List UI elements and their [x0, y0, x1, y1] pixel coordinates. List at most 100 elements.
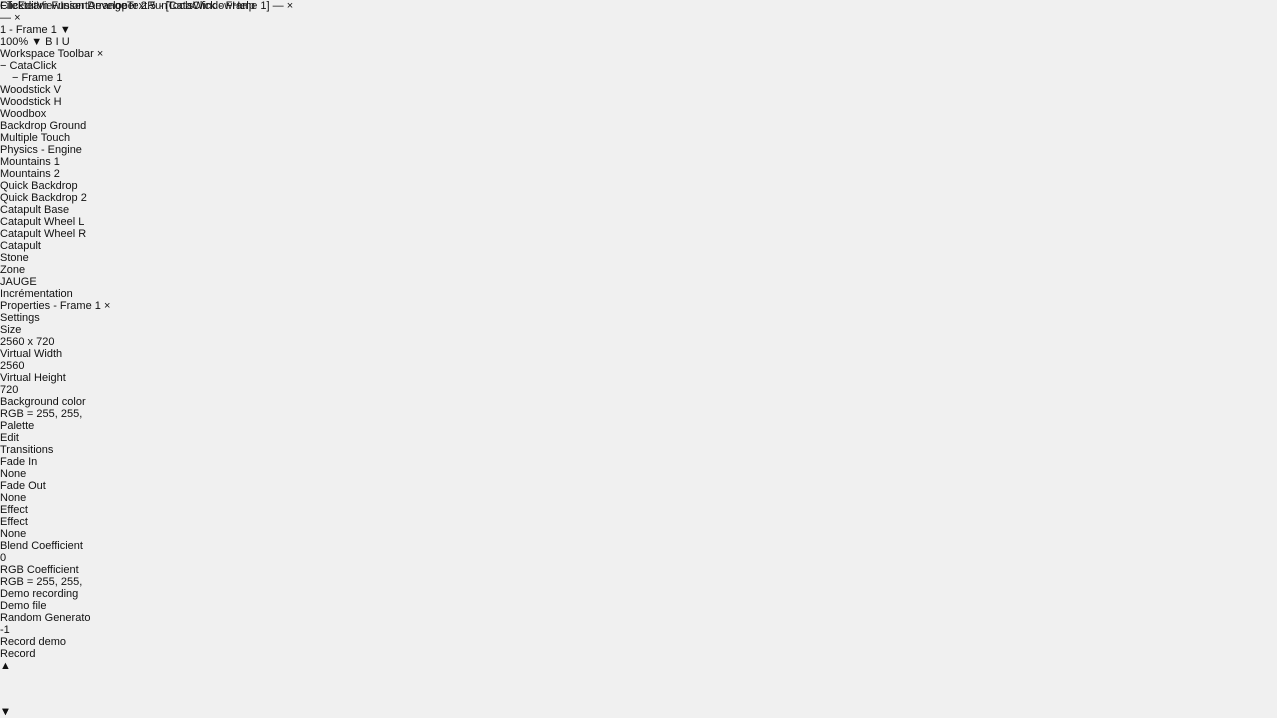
tree-item-woodstick-v[interactable]: Woodstick V [0, 84, 1277, 96]
workspace-panel-title: Workspace Toolbar [0, 48, 94, 60]
property-value[interactable]: Edit [0, 432, 1277, 444]
frame-selector[interactable]: 1 - Frame 1 ▼ [0, 24, 71, 36]
tree-item-label: Woodstick V [0, 84, 61, 96]
property-value-text: None [0, 468, 27, 480]
property-row-random-generato: Random Generato -1 [0, 612, 1277, 636]
close-icon[interactable]: × [287, 0, 293, 12]
properties-panel: Properties - Frame 1 × Settings Size 2560 … [0, 300, 1277, 718]
tree-item-label-selected: Frame 1 [21, 72, 63, 84]
tree-item-mountains-2[interactable]: Mountains 2 [0, 168, 1277, 180]
left-dock: Workspace Toolbar × − CataClick − Frame … [0, 48, 1277, 718]
property-label: Virtual Height [0, 372, 66, 384]
close-icon[interactable]: × [104, 300, 110, 312]
property-label: Demo file [0, 600, 47, 612]
property-value[interactable]: 0 [0, 552, 1277, 564]
underline-button[interactable]: U [62, 36, 70, 48]
property-value[interactable]: 2560 x 720 [0, 336, 1277, 348]
property-value[interactable]: None [0, 492, 1277, 504]
property-label: RGB Coefficient [0, 564, 79, 576]
property-value[interactable]: None [0, 528, 1277, 540]
minimize-icon[interactable]: — [273, 0, 284, 12]
frame-selector-value: 1 - Frame 1 [0, 24, 57, 36]
property-value[interactable]: Record [0, 648, 1277, 660]
tree-item-label: Physics - Engine [0, 144, 82, 156]
property-value-text: None [0, 528, 27, 540]
tree-item-quick-backdrop[interactable]: Quick Backdrop [0, 180, 1277, 192]
property-label: Blend Coefficient [0, 540, 83, 552]
tree-item-jauge[interactable]: JAUGE [0, 276, 1277, 288]
tree-item-multiple-touch[interactable]: Multiple Touch [0, 132, 1277, 144]
chevron-down-icon[interactable]: ▼ [60, 24, 71, 36]
main-toolbar: 1 - Frame 1 ▼ [0, 24, 1277, 36]
property-section-effect: Effect [0, 504, 28, 516]
property-label: Virtual Width [0, 348, 63, 360]
property-value[interactable]: RGB = 255, 255, [0, 408, 1277, 420]
property-row-blend-coefficient: Blend Coefficient 0 [0, 540, 1277, 564]
property-value[interactable]: RGB = 255, 255, [0, 576, 1277, 588]
tree-item-label: Quick Backdrop 2 [0, 192, 87, 204]
zoom-selector[interactable]: 100% ▼ [0, 36, 45, 48]
tree-item-label: CataClick [9, 60, 57, 72]
bold-button[interactable]: B [45, 36, 52, 48]
tree-item-catapult[interactable]: Catapult [0, 240, 1277, 252]
tree-item-frame-1[interactable]: − Frame 1 [12, 72, 1277, 84]
property-section-settings: Settings [0, 312, 40, 324]
property-value[interactable]: -1 [0, 624, 1277, 636]
property-row-fade-in: Fade In None [0, 456, 1277, 480]
property-value-text: None [0, 492, 27, 504]
chevron-down-icon[interactable]: ▼ [31, 36, 42, 48]
italic-button[interactable]: I [56, 36, 59, 48]
tree-item-catapult-base[interactable]: Catapult Base [0, 204, 1277, 216]
record-button[interactable]: Record [0, 648, 35, 660]
property-label: Size [0, 324, 22, 336]
property-value[interactable]: 720 [0, 384, 1277, 396]
tree-item-cataclick[interactable]: − CataClick [0, 60, 1277, 72]
tree-item-label: Woodbox [0, 108, 47, 120]
property-grid: Settings Size 2560 x 720 Virtual Width 2560 V… [0, 312, 1277, 660]
tree-item-quick-backdrop-2[interactable]: Quick Backdrop 2 [0, 192, 1277, 204]
workspace-panel-header: Workspace Toolbar × [0, 48, 1277, 60]
tree-item-woodbox[interactable]: Woodbox [0, 108, 1277, 120]
property-value-text: 2560 x 720 [0, 336, 55, 348]
scroll-down-icon[interactable]: ▼ [0, 706, 1277, 718]
property-value-text: RGB = 255, 255, [0, 408, 83, 420]
collapse-icon[interactable]: − [12, 72, 18, 84]
property-value[interactable]: None [0, 468, 1277, 480]
property-label: Fade Out [0, 480, 46, 492]
tree-item-zone[interactable]: Zone [0, 264, 1277, 276]
tree-item-woodstick-h[interactable]: Woodstick H [0, 96, 1277, 108]
property-row-record-demo: Record demo Record [0, 636, 1277, 660]
tree-item-catapult-wheel-l[interactable]: Catapult Wheel L [0, 216, 1277, 228]
workspace-panel: Workspace Toolbar × − CataClick − Frame … [0, 48, 1277, 300]
tree-item-label: Incrémentation [0, 288, 73, 300]
property-row-size: Size 2560 x 720 [0, 324, 1277, 348]
property-value-text: 0 [0, 552, 7, 564]
property-label: Palette [0, 420, 35, 432]
property-row-background-color: Background color RGB = 255, 255, [0, 396, 1277, 420]
properties-panel-header: Properties - Frame 1 × [0, 300, 1277, 312]
tree-item-mountains-1[interactable]: Mountains 1 [0, 156, 1277, 168]
tree-item-catapult-wheel-r[interactable]: Catapult Wheel R [0, 228, 1277, 240]
tree-item-stone[interactable]: Stone [0, 252, 1277, 264]
properties-panel-title: Properties - Frame 1 [0, 300, 101, 312]
tree-item-backdrop-ground[interactable]: Backdrop Ground [0, 120, 1277, 132]
tree-item-incr-mentation[interactable]: Incrémentation [0, 288, 1277, 300]
property-value[interactable]: 2560 [0, 360, 1277, 372]
property-row-demo-file: Demo file [0, 600, 1277, 612]
scroll-up-icon[interactable]: ▲ [0, 660, 1277, 672]
property-row-palette: Palette Edit [0, 420, 1277, 444]
tree-item-label: Catapult Base [0, 204, 70, 216]
property-row-fade-out: Fade Out None [0, 480, 1277, 504]
collapse-icon[interactable]: − [0, 60, 6, 72]
workspace-tree: − CataClick − Frame 1 Woodstick V Woodsti… [0, 60, 1277, 300]
edit-button[interactable]: Edit [0, 432, 19, 444]
close-icon[interactable]: × [97, 48, 103, 60]
tree-children: Woodstick V Woodstick H Woodbox Backdrop Gr… [0, 84, 1277, 300]
property-label: Effect [0, 516, 28, 528]
property-row-effect: Effect None [0, 516, 1277, 540]
zoom-level-value: 100% [0, 36, 29, 48]
tree-item-label: Catapult [0, 240, 41, 252]
format-toolbar: 100% ▼ B I U [0, 36, 1277, 48]
tree-item-physics-engine[interactable]: Physics - Engine [0, 144, 1277, 156]
property-label: Record demo [0, 636, 67, 648]
